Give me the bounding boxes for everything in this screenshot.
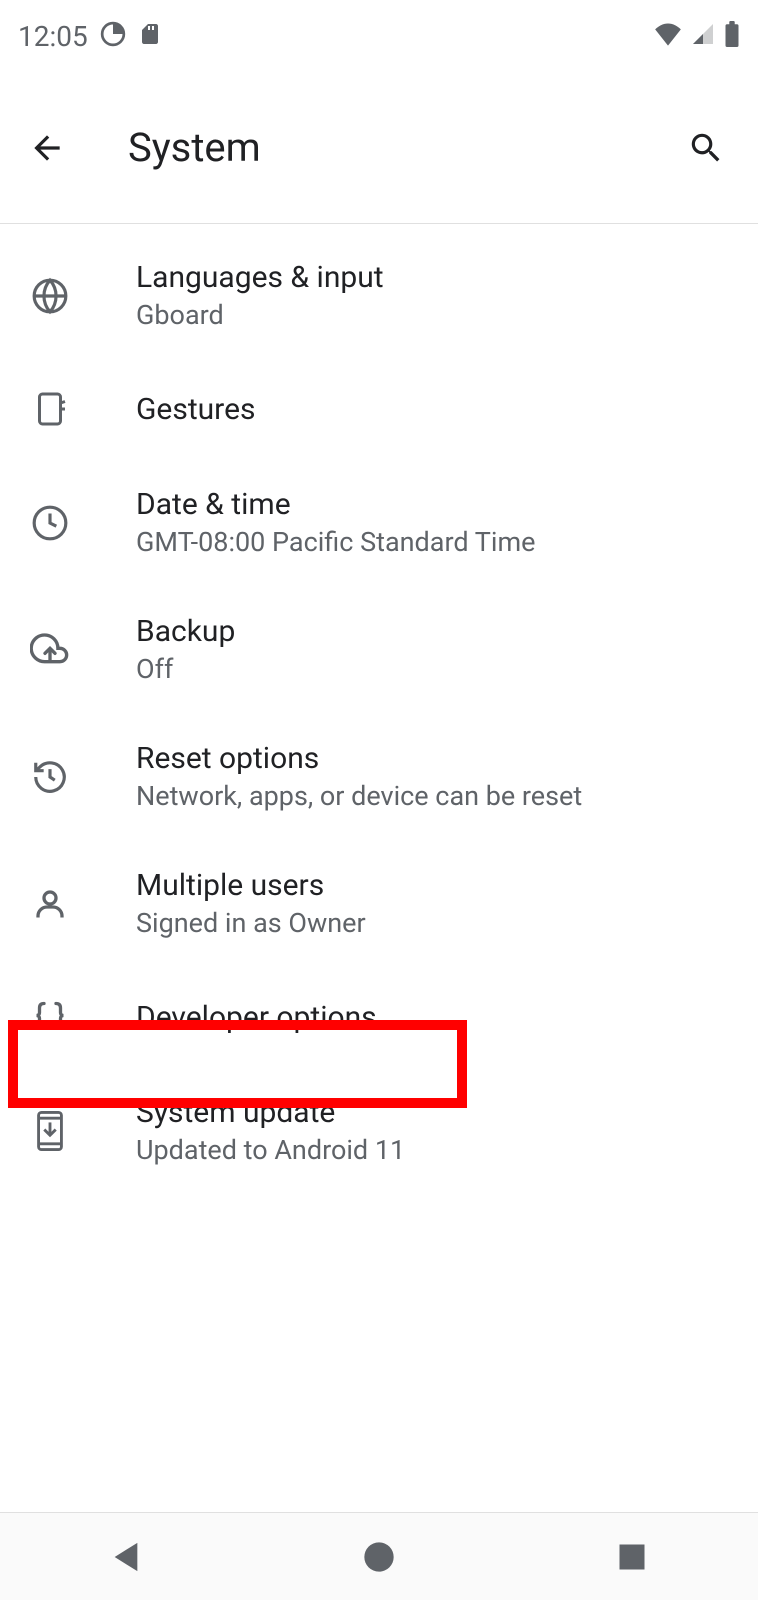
setting-developer-options[interactable]: Developer options — [0, 967, 758, 1067]
setting-date-time[interactable]: Date & time GMT-08:00 Pacific Standard T… — [0, 459, 758, 586]
nav-recent-button[interactable] — [611, 1536, 653, 1578]
back-button[interactable] — [28, 129, 80, 167]
status-bar-right — [654, 21, 740, 51]
page-title: System — [128, 124, 682, 171]
wifi-icon — [654, 22, 682, 50]
nav-back-button[interactable] — [105, 1536, 147, 1578]
setting-title: Languages & input — [136, 260, 384, 295]
setting-languages-input[interactable]: Languages & input Gboard — [0, 232, 758, 359]
search-button[interactable] — [682, 129, 730, 167]
sd-card-icon — [138, 22, 162, 50]
settings-list: Languages & input Gboard Gestures Date &… — [0, 224, 758, 1194]
setting-multiple-users[interactable]: Multiple users Signed in as Owner — [0, 840, 758, 967]
gestures-icon — [28, 387, 72, 431]
setting-subtitle: GMT-08:00 Pacific Standard Time — [136, 526, 535, 558]
cellular-signal-icon — [690, 22, 716, 50]
nav-home-button[interactable] — [358, 1536, 400, 1578]
setting-title: Reset options — [136, 741, 582, 776]
status-bar: 12:05 — [0, 0, 758, 72]
setting-subtitle: Network, apps, or device can be reset — [136, 780, 582, 812]
clock-icon — [28, 501, 72, 545]
setting-title: Developer options — [136, 1000, 377, 1035]
setting-title: Multiple users — [136, 868, 366, 903]
setting-title: Gestures — [136, 392, 255, 427]
navigation-bar — [0, 1512, 758, 1600]
setting-subtitle: Off — [136, 653, 235, 685]
setting-title: System update — [136, 1095, 405, 1130]
status-bar-left: 12:05 — [18, 20, 162, 53]
globe-icon — [28, 274, 72, 318]
cloud-upload-icon — [28, 628, 72, 672]
status-time: 12:05 — [18, 20, 88, 53]
setting-subtitle: Signed in as Owner — [136, 907, 366, 939]
data-saver-icon — [100, 21, 126, 51]
person-icon — [28, 882, 72, 926]
app-bar: System — [0, 72, 758, 224]
setting-subtitle: Gboard — [136, 299, 384, 331]
setting-system-update[interactable]: System update Updated to Android 11 — [0, 1067, 758, 1194]
restore-icon — [28, 755, 72, 799]
setting-subtitle: Updated to Android 11 — [136, 1134, 405, 1166]
setting-title: Date & time — [136, 487, 535, 522]
setting-backup[interactable]: Backup Off — [0, 586, 758, 713]
setting-reset-options[interactable]: Reset options Network, apps, or device c… — [0, 713, 758, 840]
setting-title: Backup — [136, 614, 235, 649]
battery-icon — [724, 21, 740, 51]
setting-gestures[interactable]: Gestures — [0, 359, 758, 459]
code-braces-icon — [28, 995, 72, 1039]
system-update-icon — [28, 1109, 72, 1153]
